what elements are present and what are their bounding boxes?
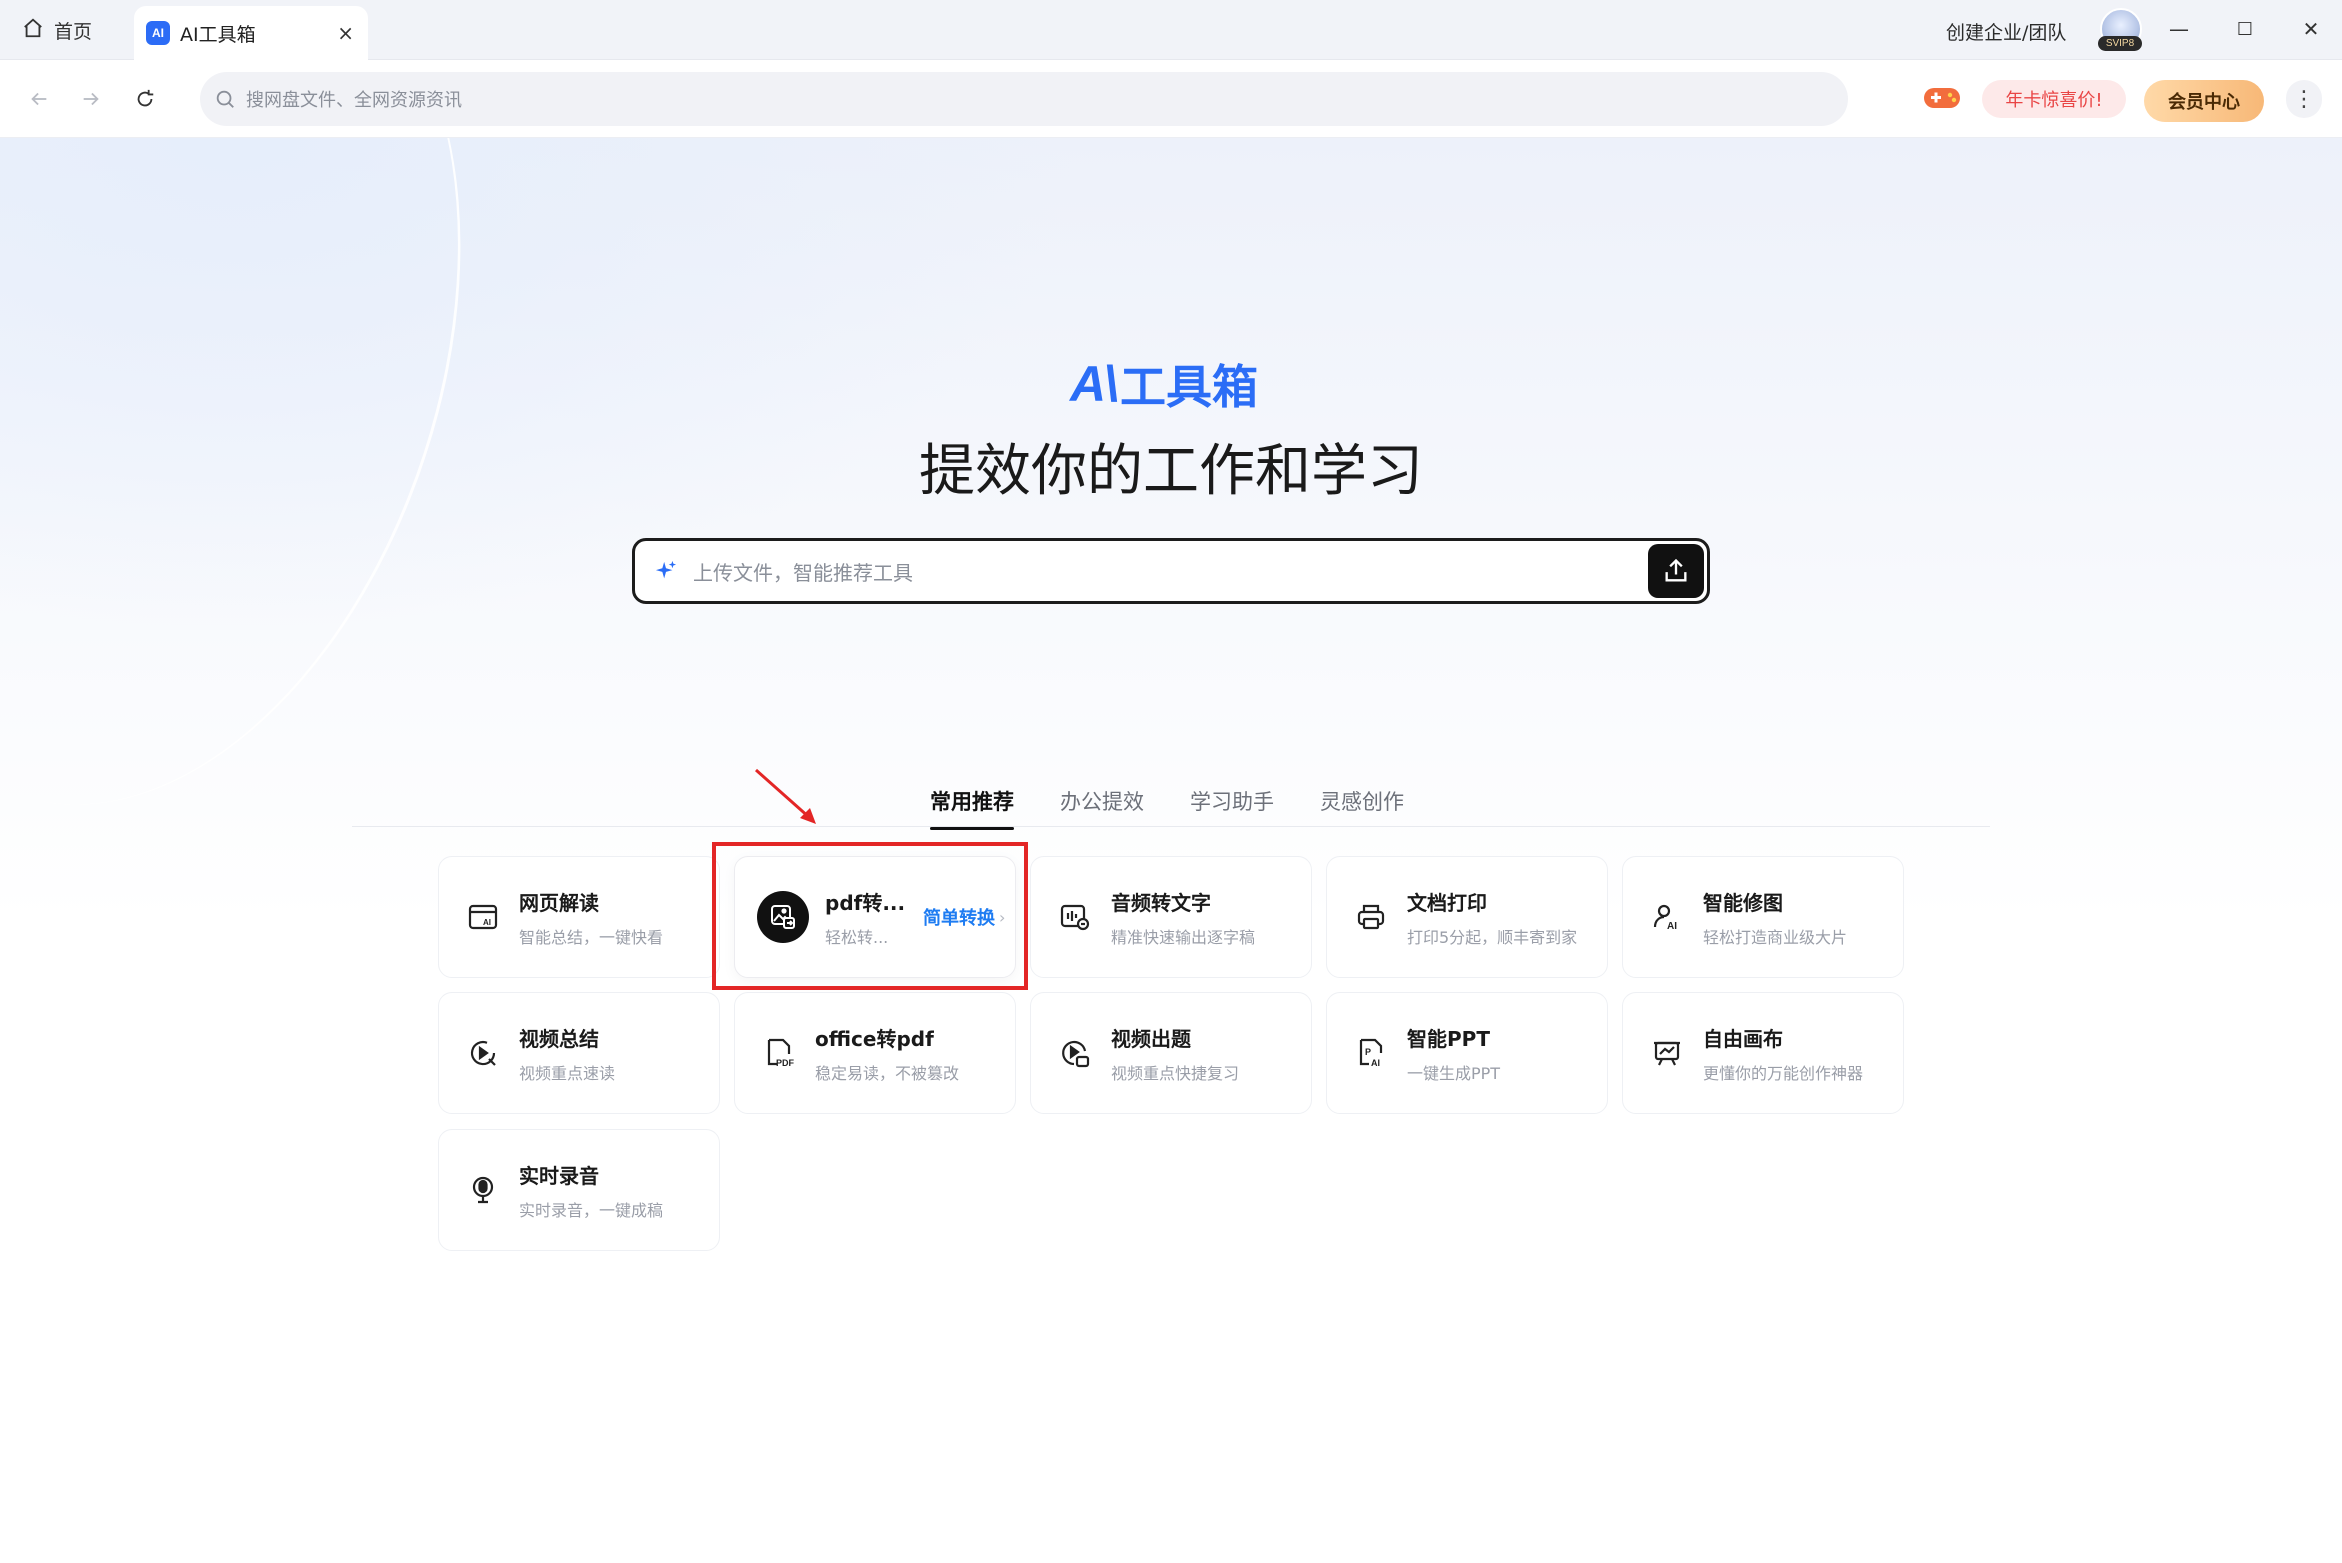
upload-input[interactable]: 上传文件，智能推荐工具 [632, 538, 1710, 604]
tool-card-web-read[interactable]: AI 网页解读 智能总结，一键快看 [438, 856, 720, 978]
svg-text:P: P [1365, 1047, 1371, 1057]
tab-home-label: 首页 [54, 20, 93, 43]
video-summary-icon [467, 1037, 499, 1069]
tool-title: office转pdf [815, 1026, 934, 1051]
tab-ai-toolbox-label: AI工具箱 [180, 23, 256, 46]
annotation-highlight-box [712, 842, 1028, 990]
printer-icon [1355, 901, 1387, 933]
brand-ai-mark: A\ [1070, 356, 1118, 412]
tool-title: 视频总结 [519, 1026, 599, 1051]
page-title: 提效你的工作和学习 [919, 439, 1423, 504]
upload-placeholder: 上传文件，智能推荐工具 [693, 560, 913, 585]
tool-subtitle: 精准快速输出逐字稿 [1111, 927, 1256, 947]
search-icon [216, 90, 234, 108]
tool-title: 实时录音 [519, 1163, 599, 1188]
tab-office[interactable]: 办公提效 [1060, 786, 1144, 830]
tool-card-ai-retouch[interactable]: AI 智能修图 轻松打造商业级大片 [1622, 856, 1904, 978]
tab-common[interactable]: 常用推荐 [930, 786, 1014, 830]
tab-creative[interactable]: 灵感创作 [1320, 786, 1404, 830]
search-input[interactable]: 搜网盘文件、全网资源资讯 [200, 72, 1848, 126]
forward-button[interactable] [76, 84, 106, 114]
tool-card-live-recording[interactable]: 实时录音 实时录音，一键成稿 [438, 1129, 720, 1251]
tool-title: 视频出题 [1111, 1026, 1191, 1051]
more-menu-button[interactable]: ⋮ [2286, 80, 2322, 118]
tabs-divider [352, 826, 1990, 827]
arrow-right-icon [83, 92, 99, 106]
tab-study[interactable]: 学习助手 [1190, 786, 1274, 830]
audio-to-text-icon [1059, 901, 1091, 933]
tool-card-office-to-pdf[interactable]: PDF office转pdf 稳定易读，不被篡改 [734, 992, 1016, 1114]
tool-card-print[interactable]: 文档打印 打印5分起，顺丰寄到家 [1326, 856, 1608, 978]
category-tabs: 常用推荐 办公提效 学习助手 灵感创作 [930, 786, 1404, 830]
tool-subtitle: 稳定易读，不被篡改 [815, 1063, 960, 1083]
tool-card-video-quiz[interactable]: 视频出题 视频重点快捷复习 [1030, 992, 1312, 1114]
svg-text:PDF: PDF [776, 1058, 795, 1068]
tool-card-ai-ppt[interactable]: P AI 智能PPT 一键生成PPT [1326, 992, 1608, 1114]
vip-center-button[interactable]: 会员中心 [2144, 80, 2264, 122]
close-window-button[interactable]: ✕ [2296, 14, 2326, 44]
tool-subtitle: 视频重点快捷复习 [1111, 1063, 1240, 1083]
annual-promo-button[interactable]: 年卡惊喜价! [1982, 80, 2126, 118]
reload-icon [137, 89, 154, 107]
tool-card-video-summary[interactable]: 视频总结 视频重点速读 [438, 992, 720, 1114]
tool-title: 音频转文字 [1111, 890, 1211, 915]
tool-title: 文档打印 [1407, 890, 1487, 915]
canvas-icon [1651, 1037, 1683, 1069]
ai-ppt-icon: P AI [1355, 1037, 1387, 1069]
svip-badge: SVIP8 [2098, 36, 2142, 51]
background-decoration [0, 138, 566, 883]
reload-button[interactable] [130, 84, 160, 114]
tool-subtitle: 一键生成PPT [1407, 1063, 1501, 1083]
tool-title: 网页解读 [519, 890, 599, 915]
upload-button[interactable] [1648, 544, 1704, 598]
tool-title: 自由画布 [1703, 1026, 1783, 1051]
tool-subtitle: 实时录音，一键成稿 [519, 1200, 664, 1220]
tab-ai-toolbox[interactable]: AI AI工具箱 × [134, 6, 368, 60]
back-button[interactable] [24, 84, 54, 114]
web-read-icon: AI [467, 901, 499, 933]
tool-title: 智能PPT [1407, 1026, 1490, 1051]
svg-text:AI: AI [483, 918, 491, 927]
tool-card-free-canvas[interactable]: 自由画布 更懂你的万能创作神器 [1622, 992, 1904, 1114]
tool-subtitle: 视频重点速读 [519, 1063, 616, 1083]
tool-subtitle: 轻松打造商业级大片 [1703, 927, 1848, 947]
tab-home[interactable]: 首页 [22, 12, 92, 48]
tool-title: 智能修图 [1703, 890, 1783, 915]
tool-subtitle: 智能总结，一键快看 [519, 927, 664, 947]
annotation-arrow-icon [755, 768, 816, 824]
create-team-link[interactable]: 创建企业/团队 [1946, 18, 2066, 45]
ai-retouch-icon: AI [1651, 901, 1683, 933]
browser-toolbar: 搜网盘文件、全网资源资讯 年卡惊喜价! 会员中心 ⋮ [0, 60, 2342, 138]
upload-icon [1665, 558, 1687, 582]
tool-subtitle: 更懂你的万能创作神器 [1703, 1063, 1864, 1083]
tool-subtitle: 打印5分起，顺丰寄到家 [1407, 927, 1578, 947]
svg-text:AI: AI [1371, 1058, 1380, 1068]
ai-toolbox-brand: A\ 工具箱 [1070, 354, 1258, 414]
minimize-button[interactable]: — [2164, 14, 2194, 44]
pdf-icon: PDF [763, 1037, 795, 1069]
tool-card-audio-to-text[interactable]: 音频转文字 精准快速输出逐字稿 [1030, 856, 1312, 978]
sparkle-icon [655, 560, 677, 579]
gamepad-icon[interactable] [1922, 82, 1962, 114]
ai-toolbox-logo-icon: AI [146, 21, 170, 45]
tab-close-button[interactable]: × [337, 21, 354, 45]
video-quiz-icon [1059, 1037, 1091, 1069]
tab-bar: 首页 AI AI工具箱 × 创建企业/团队 SVIP8 — ☐ ✕ [0, 0, 2342, 60]
maximize-button[interactable]: ☐ [2230, 14, 2260, 44]
brand-title: 工具箱 [1120, 360, 1258, 414]
home-icon [22, 17, 44, 44]
arrow-left-icon [31, 92, 47, 106]
svg-text:AI: AI [1667, 921, 1677, 932]
search-placeholder: 搜网盘文件、全网资源资讯 [246, 90, 462, 111]
microphone-icon [467, 1174, 499, 1206]
